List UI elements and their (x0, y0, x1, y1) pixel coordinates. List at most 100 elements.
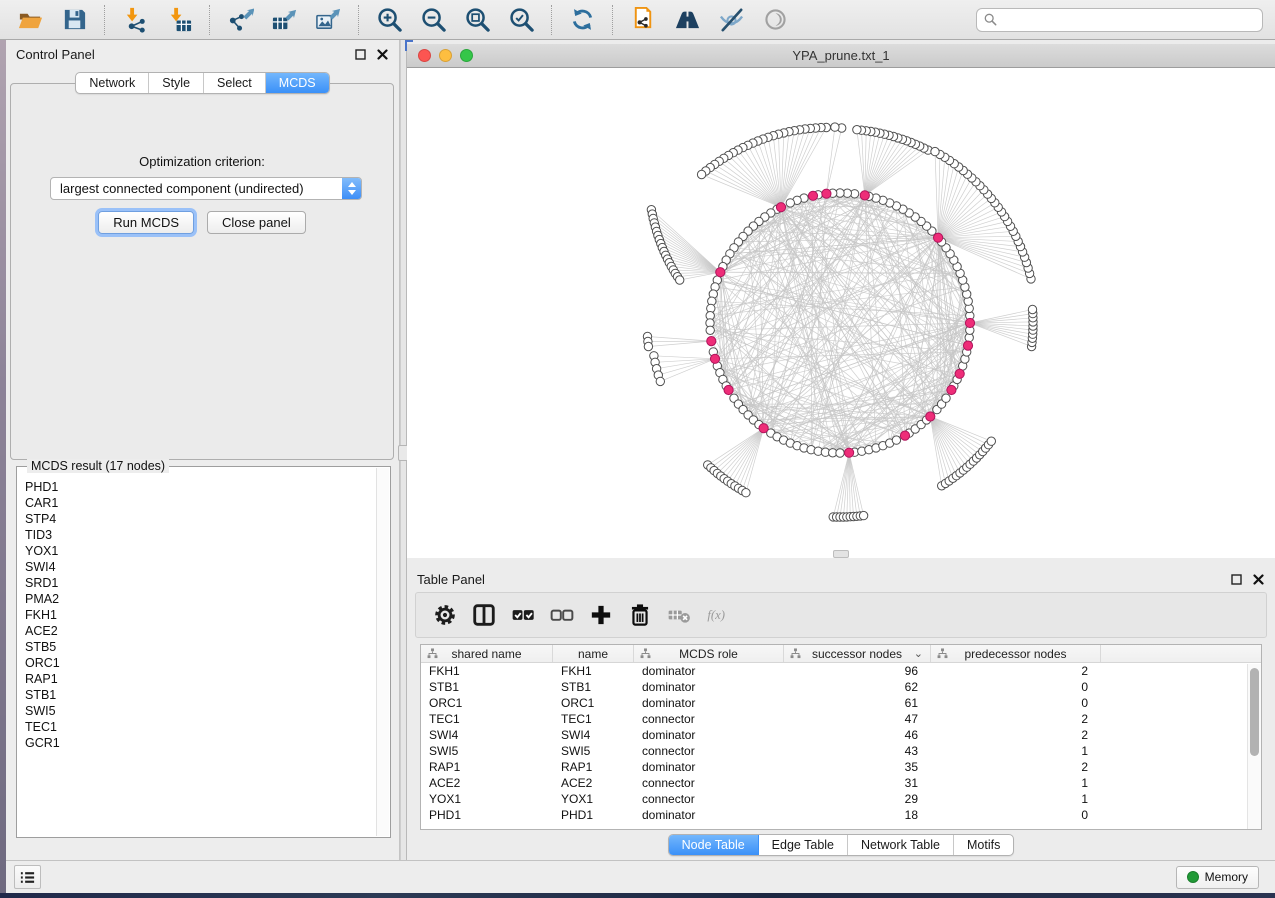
network-node[interactable] (676, 276, 684, 284)
column-header-name[interactable]: name (553, 645, 634, 662)
deselect-all-rows-icon[interactable] (545, 597, 579, 633)
show-columns-icon[interactable] (467, 597, 501, 633)
network-node[interactable] (644, 342, 652, 350)
mcds-node[interactable] (934, 233, 943, 242)
delete-row-icon[interactable] (623, 597, 657, 633)
memory-button[interactable]: Memory (1176, 866, 1259, 889)
tab-mcds[interactable]: MCDS (266, 73, 329, 93)
table-row[interactable]: PHD1PHD1dominator180 (421, 807, 1261, 823)
zoom-in-icon[interactable] (371, 3, 407, 37)
mcds-node[interactable] (926, 412, 935, 421)
mcds-node[interactable] (759, 424, 768, 433)
tab-motifs[interactable]: Motifs (954, 835, 1013, 855)
network-node[interactable] (831, 123, 839, 131)
zoom-selected-icon[interactable] (503, 3, 539, 37)
save-session-icon[interactable] (56, 3, 92, 37)
table-row[interactable]: ACE2ACE2connector311 (421, 775, 1261, 791)
list-item[interactable]: YOX1 (25, 543, 370, 559)
tab-select[interactable]: Select (204, 73, 266, 93)
mcds-node[interactable] (963, 341, 972, 350)
network-graph[interactable] (407, 68, 1275, 558)
list-item[interactable]: SRD1 (25, 575, 370, 591)
list-item[interactable]: PMA2 (25, 591, 370, 607)
mcds-node[interactable] (808, 191, 817, 200)
add-row-icon[interactable] (584, 597, 618, 633)
list-item[interactable]: TEC1 (25, 719, 370, 735)
network-node[interactable] (786, 199, 794, 207)
table-row[interactable]: SWI4SWI4dominator462 (421, 727, 1261, 743)
mcds-node[interactable] (900, 431, 909, 440)
run-mcds-button[interactable]: Run MCDS (98, 211, 194, 234)
mcds-node[interactable] (955, 369, 964, 378)
mcds-node[interactable] (965, 318, 974, 327)
list-item[interactable]: ORC1 (25, 655, 370, 671)
column-header-predecessor-nodes[interactable]: predecessor nodes (931, 645, 1101, 662)
panel-splitter[interactable] (400, 40, 407, 860)
mcds-node[interactable] (860, 191, 869, 200)
window-maximize-icon[interactable] (460, 49, 473, 62)
list-item[interactable]: ACE2 (25, 623, 370, 639)
network-node[interactable] (892, 436, 900, 444)
scrollbar-thumb[interactable] (1250, 668, 1259, 756)
list-item[interactable]: RAP1 (25, 671, 370, 687)
column-header-MCDS-role[interactable]: MCDS role (634, 645, 784, 662)
result-scrollbar[interactable] (376, 468, 389, 836)
table-row[interactable]: SWI5SWI5connector431 (421, 743, 1261, 759)
table-row[interactable]: FKH1FKH1dominator962 (421, 663, 1261, 679)
mcds-node[interactable] (716, 268, 725, 277)
network-canvas[interactable] (407, 68, 1275, 558)
select-all-rows-icon[interactable] (506, 597, 540, 633)
list-item[interactable]: GCR1 (25, 735, 370, 751)
column-header-shared-name[interactable]: shared name (421, 645, 553, 662)
network-node[interactable] (859, 511, 867, 519)
window-close-icon[interactable] (418, 49, 431, 62)
mcds-node[interactable] (776, 203, 785, 212)
mcds-node[interactable] (822, 189, 831, 198)
tab-style[interactable]: Style (149, 73, 204, 93)
search-binoculars-icon[interactable] (669, 3, 705, 37)
table-row[interactable]: YOX1YOX1connector291 (421, 791, 1261, 807)
mcds-node[interactable] (845, 448, 854, 457)
table-row[interactable]: STB1STB1dominator620 (421, 679, 1261, 695)
network-node[interactable] (836, 449, 844, 457)
network-node[interactable] (656, 377, 664, 385)
tab-network[interactable]: Network (76, 73, 149, 93)
table-scrollbar[interactable] (1247, 664, 1261, 829)
zoom-out-icon[interactable] (415, 3, 451, 37)
mcds-node[interactable] (724, 385, 733, 394)
criterion-dropdown[interactable]: largest connected component (undirected) (50, 177, 362, 200)
export-image-icon[interactable] (310, 3, 346, 37)
tab-edge-table[interactable]: Edge Table (759, 835, 848, 855)
network-node[interactable] (1028, 305, 1036, 313)
close-table-panel-icon[interactable] (1252, 573, 1265, 586)
hide-selected-icon[interactable] (713, 3, 749, 37)
list-item[interactable]: SWI4 (25, 559, 370, 575)
list-item[interactable]: FKH1 (25, 607, 370, 623)
network-node[interactable] (742, 489, 750, 497)
list-item[interactable]: STB1 (25, 687, 370, 703)
close-panel-button[interactable]: Close panel (207, 211, 306, 234)
import-table-icon[interactable] (161, 3, 197, 37)
mcds-node[interactable] (947, 385, 956, 394)
network-node[interactable] (987, 437, 995, 445)
mcds-result-list[interactable]: PHD1CAR1STP4TID3YOX1SWI4SRD1PMA2FKH1ACE2… (25, 479, 370, 831)
float-table-panel-icon[interactable] (1230, 573, 1243, 586)
close-panel-icon[interactable] (376, 48, 389, 61)
column-header-successor-nodes[interactable]: successor nodes⌄ (784, 645, 931, 662)
export-network-icon[interactable] (222, 3, 258, 37)
mcds-node[interactable] (707, 337, 716, 346)
list-item[interactable]: STB5 (25, 639, 370, 655)
zoom-fit-icon[interactable] (459, 3, 495, 37)
window-minimize-icon[interactable] (439, 49, 452, 62)
network-node[interactable] (853, 126, 861, 134)
open-session-icon[interactable] (12, 3, 48, 37)
table-row[interactable]: TEC1TEC1connector472 (421, 711, 1261, 727)
list-item[interactable]: CAR1 (25, 495, 370, 511)
table-row[interactable]: ORC1ORC1dominator610 (421, 695, 1261, 711)
import-network-icon[interactable] (117, 3, 153, 37)
network-node[interactable] (931, 147, 939, 155)
list-item[interactable]: SWI5 (25, 703, 370, 719)
mcds-node[interactable] (710, 354, 719, 363)
network-window-titlebar[interactable]: YPA_prune.txt_1 (407, 44, 1275, 68)
table-options-gear-icon[interactable] (428, 597, 462, 633)
